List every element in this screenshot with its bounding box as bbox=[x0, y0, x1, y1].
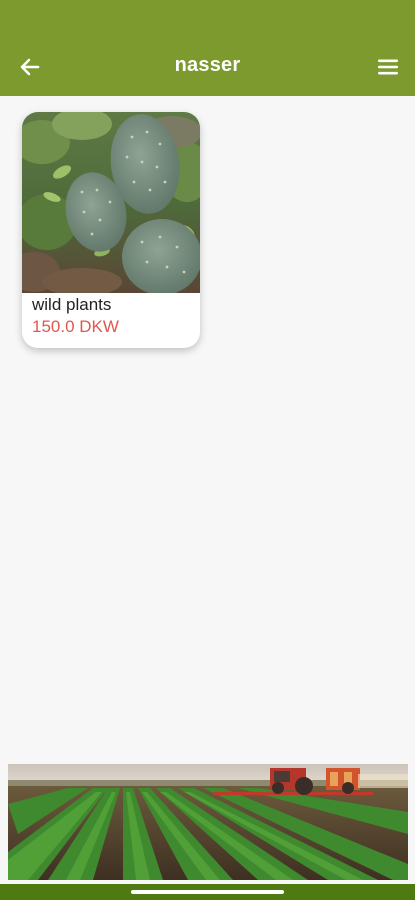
home-indicator[interactable] bbox=[131, 890, 284, 894]
product-price: 150.0 DKW bbox=[32, 317, 119, 336]
product-card[interactable]: wild plants 150.0 DKW bbox=[22, 112, 200, 348]
page-title: nasser bbox=[174, 54, 241, 76]
product-name: wild plants bbox=[32, 295, 112, 314]
arrow-left-icon bbox=[20, 58, 40, 76]
menu-button[interactable] bbox=[373, 52, 403, 82]
back-button[interactable] bbox=[14, 52, 46, 82]
farm-banner-image bbox=[8, 764, 408, 880]
app-screen: nasser wild plants 150.0 DKW bbox=[0, 0, 415, 900]
hamburger-menu-icon bbox=[378, 59, 398, 75]
product-image bbox=[22, 112, 200, 293]
top-app-bar: nasser bbox=[0, 0, 415, 96]
